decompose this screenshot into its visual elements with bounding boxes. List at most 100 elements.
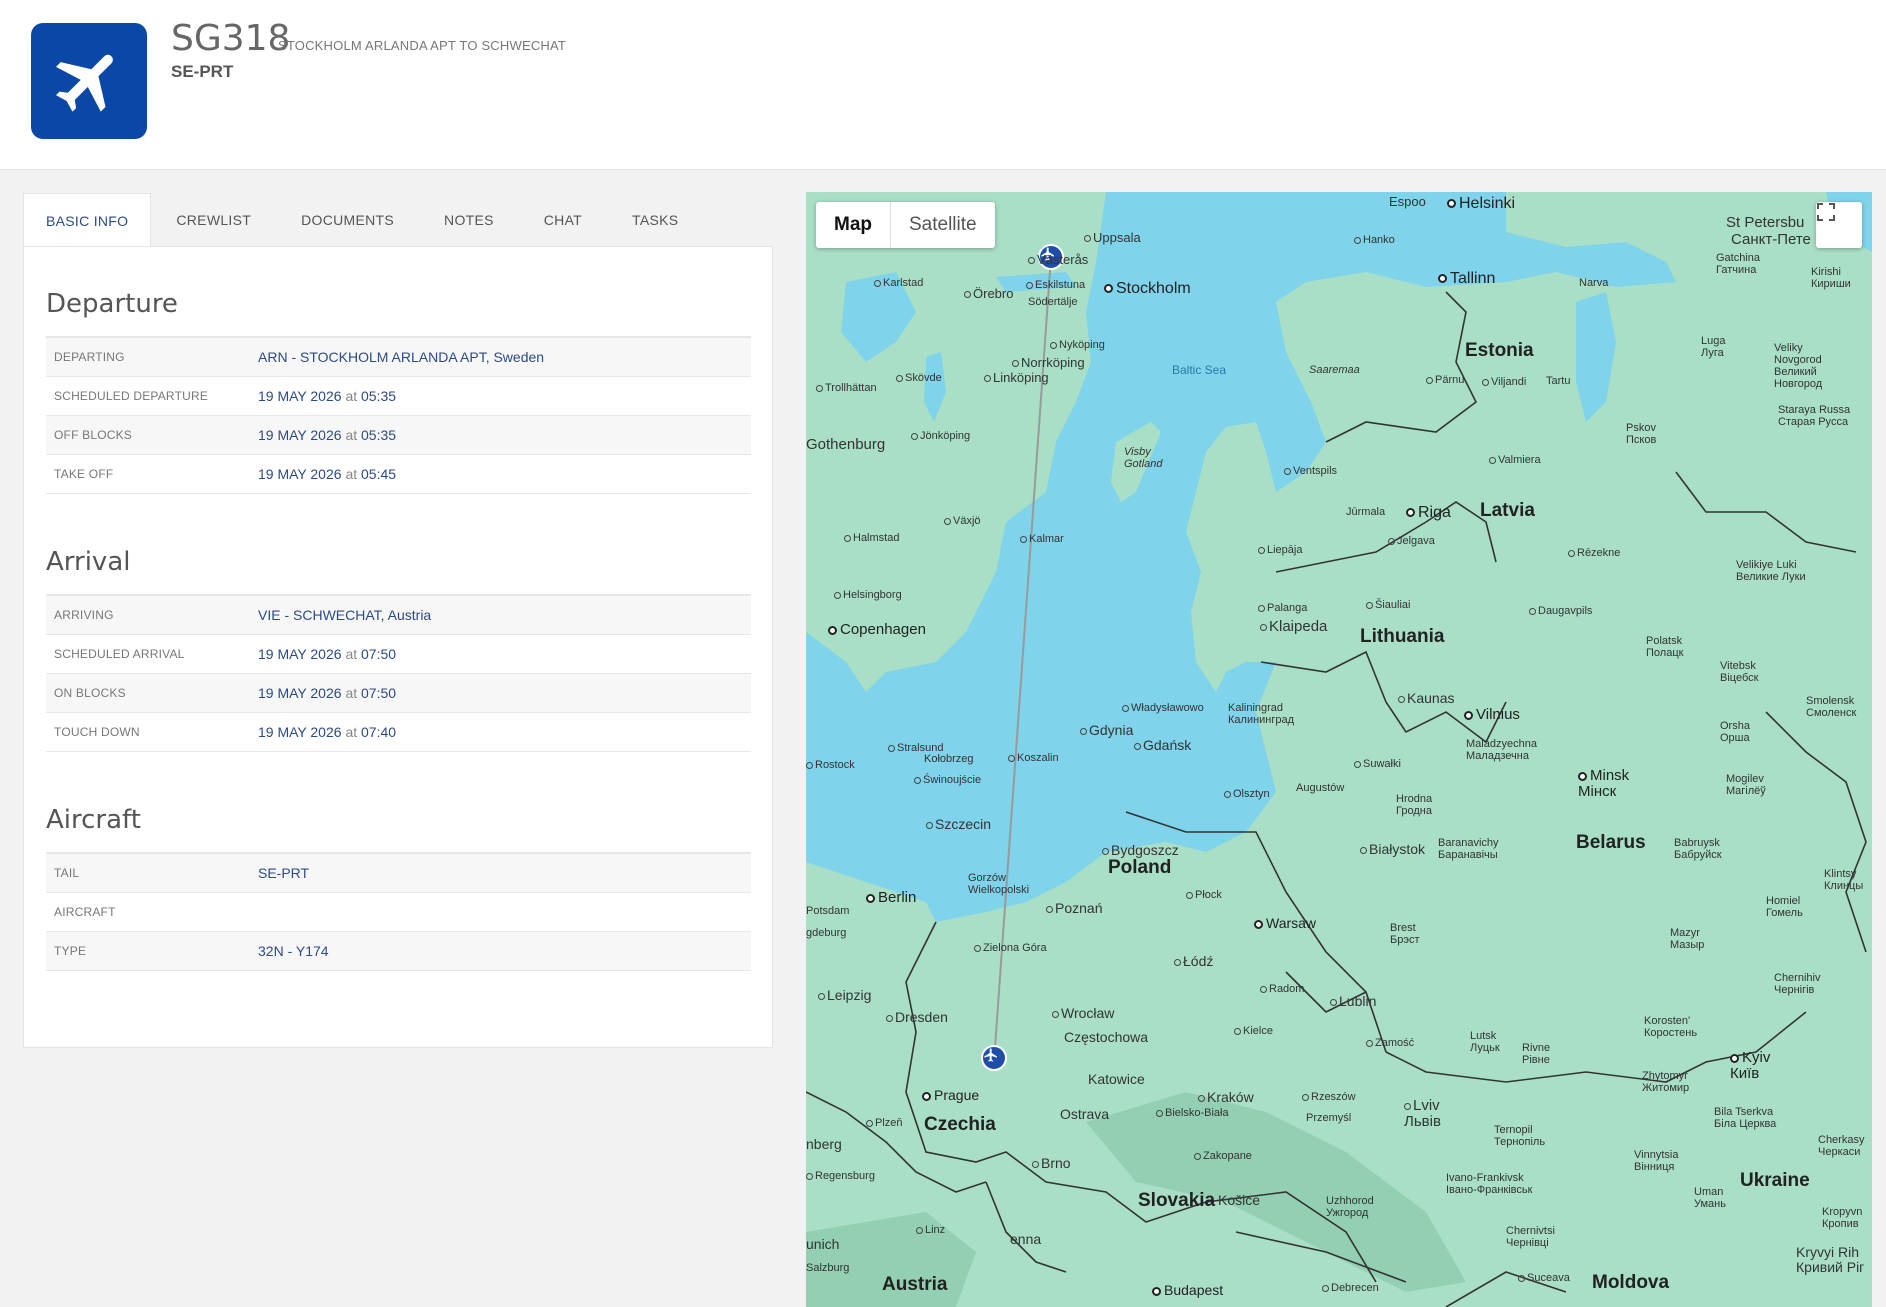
map-label-daugavpils: Daugavpils xyxy=(1529,605,1592,617)
map-label-estonia: Estonia xyxy=(1465,340,1534,361)
map-label-lodz: Łódź xyxy=(1174,953,1213,969)
scheduled-departure-value: 19 MAY 2026 at 05:35 xyxy=(258,388,396,404)
map-label-katowice: Katowice xyxy=(1088,1071,1145,1087)
map-label-czestochowa: Częstochowa xyxy=(1064,1029,1149,1045)
map-label-baranavichy: Baranavichy Баранавічы xyxy=(1438,837,1499,861)
map-label-austria: Austria xyxy=(882,1274,948,1295)
map-base xyxy=(806,192,1872,1307)
map-label-kosice: Košice xyxy=(1218,1192,1261,1208)
map-label-vilnius: Vilnius xyxy=(1464,706,1520,723)
map-label-karlstad: Karlstad xyxy=(874,277,923,289)
time: 05:45 xyxy=(361,466,397,482)
time: 07:40 xyxy=(361,724,397,740)
map-label-krakow: Kraków xyxy=(1198,1089,1254,1105)
tail-value: SE-PRT xyxy=(258,865,310,881)
row-label: AIRCRAFT xyxy=(54,905,116,919)
map-label-brest: Brest Брэст xyxy=(1390,922,1420,946)
map-label-uppsala: Uppsala xyxy=(1084,230,1141,245)
table-row: ARRIVING VIE - SCHWECHAT, Austria xyxy=(46,596,751,635)
row-label: ON BLOCKS xyxy=(54,686,126,700)
tab-tasks[interactable]: TASKS xyxy=(607,193,703,247)
table-row: AIRCRAFT xyxy=(46,893,751,932)
date: 19 MAY 2026 xyxy=(258,646,342,662)
map-label-lithuania: Lithuania xyxy=(1360,626,1445,647)
time: 05:35 xyxy=(361,427,397,443)
map-label-stockholm: Stockholm xyxy=(1104,280,1191,298)
map-label-nykoping: Nyköping xyxy=(1050,339,1105,351)
map-label-ternopil: Ternopil Тернопіль xyxy=(1494,1124,1546,1148)
map-label-brno: Brno xyxy=(1032,1155,1071,1171)
map-label-kropyvnytskyi: Kropyvn Кропив xyxy=(1822,1206,1863,1230)
tab-crewlist[interactable]: CREWLIST xyxy=(151,193,276,247)
tab-documents[interactable]: DOCUMENTS xyxy=(276,193,419,247)
map-label-bamberg: nberg xyxy=(806,1136,842,1152)
map-label-budapest: Budapest xyxy=(1152,1282,1223,1298)
fullscreen-icon xyxy=(1817,203,1835,221)
map-label-zhytomyr: Zhytomyr Житомир xyxy=(1642,1070,1690,1094)
map-label-ukraine: Ukraine xyxy=(1740,1170,1810,1191)
map-label-lublin: Lublin xyxy=(1330,993,1376,1009)
map-label-valmiera: Valmiera xyxy=(1489,454,1541,466)
time: 07:50 xyxy=(361,646,397,662)
row-label: TOUCH DOWN xyxy=(54,725,140,739)
map-label-dresden: Dresden xyxy=(886,1009,948,1025)
tab-basic-info[interactable]: BASIC INFO xyxy=(23,193,152,248)
row-label: OFF BLOCKS xyxy=(54,428,133,442)
table-row: TYPE 32N - Y174 xyxy=(46,932,751,971)
table-row: ON BLOCKS 19 MAY 2026 at 07:50 xyxy=(46,674,751,713)
map-label-gothenburg: Gothenburg xyxy=(806,436,886,453)
map-label-trollhattan: Trollhättan xyxy=(816,382,877,394)
map-label-hrodna: Hrodna Гродна xyxy=(1396,793,1433,817)
map-type-satellite-button[interactable]: Satellite xyxy=(891,202,995,248)
type-value: 32N - Y174 xyxy=(258,943,329,959)
map-label-korosten: Korosten' Коростень xyxy=(1644,1015,1698,1039)
tab-notes[interactable]: NOTES xyxy=(419,193,519,247)
map-label-velikiye-luki: Velikiye Luki Великие Луки xyxy=(1736,559,1806,583)
map-label-gdansk: Gdańsk xyxy=(1134,737,1191,753)
map-label-plock: Płock xyxy=(1186,889,1222,901)
map-label-vaxjo: Växjö xyxy=(944,515,981,527)
map-label-minsk: Minsk Мінск xyxy=(1578,767,1630,800)
map-label-zakopane: Zakopane xyxy=(1194,1150,1252,1162)
airplane-icon xyxy=(984,1048,997,1062)
aircraft-registration: SE-PRT xyxy=(171,62,234,81)
table-row: TAKE OFF 19 MAY 2026 at 05:45 xyxy=(46,455,751,494)
flight-map[interactable]: Espoo Helsinki Hanko St Petersbu Санкт-П… xyxy=(806,192,1872,1307)
row-label: TYPE xyxy=(54,944,87,958)
map-label-ivano: Ivano-Frankivsk Івано-Франківськ xyxy=(1446,1172,1533,1196)
map-label-kalmar: Kalmar xyxy=(1020,533,1064,545)
map-label-saaremaa: Saaremaa xyxy=(1309,364,1360,376)
tab-chat[interactable]: CHAT xyxy=(519,193,607,247)
map-label-jurmala: Jūrmala xyxy=(1346,506,1386,518)
aircraft-title: Aircraft xyxy=(46,805,141,835)
map-label-st-petersburg-ru: Санкт-Пете xyxy=(1731,231,1811,248)
departure-title: Departure xyxy=(46,289,178,319)
map-label-espoo: Espoo xyxy=(1389,194,1426,209)
date: 19 MAY 2026 xyxy=(258,466,342,482)
map-label-rivne: Rivne Рівне xyxy=(1522,1042,1551,1066)
map-label-helsingborg: Helsingborg xyxy=(834,589,902,601)
map-label-leipzig: Leipzig xyxy=(818,987,871,1003)
map-label-norrkoping: Norrköping xyxy=(1012,355,1085,370)
map-label-czechia: Czechia xyxy=(924,1114,996,1135)
map-label-kaliningrad: Kaliningrad Калининград xyxy=(1228,702,1295,726)
map-label-kryvyi-rih: Kryvyi Rih Кривий Ріг xyxy=(1796,1244,1865,1275)
scheduled-arrival-value: 19 MAY 2026 at 07:50 xyxy=(258,646,396,662)
map-label-szczecin: Szczecin xyxy=(926,816,991,832)
map-label-kielce: Kielce xyxy=(1234,1025,1273,1037)
map-label-narva: Narva xyxy=(1579,277,1609,289)
map-label-baltic-sea: Baltic Sea xyxy=(1172,363,1227,377)
on-blocks-value: 19 MAY 2026 at 07:50 xyxy=(258,685,396,701)
map-label-linz: Linz xyxy=(916,1224,945,1236)
arrival-pin[interactable] xyxy=(981,1045,1007,1071)
map-label-ostrava: Ostrava xyxy=(1060,1106,1110,1122)
touch-down-value: 19 MAY 2026 at 07:40 xyxy=(258,724,396,740)
row-label: ARRIVING xyxy=(54,608,114,622)
map-label-lviv: Lviv Львів xyxy=(1404,1097,1441,1130)
map-label-debrecen: Debrecen xyxy=(1322,1282,1379,1294)
row-label: TAKE OFF xyxy=(54,467,114,481)
map-type-map-button[interactable]: Map xyxy=(816,202,891,248)
fullscreen-button[interactable] xyxy=(1816,202,1862,248)
map-label-polatsk: Polatsk Полацк xyxy=(1646,635,1684,659)
basic-info-panel: Departure DEPARTING ARN - STOCKHOLM ARLA… xyxy=(23,246,773,1048)
